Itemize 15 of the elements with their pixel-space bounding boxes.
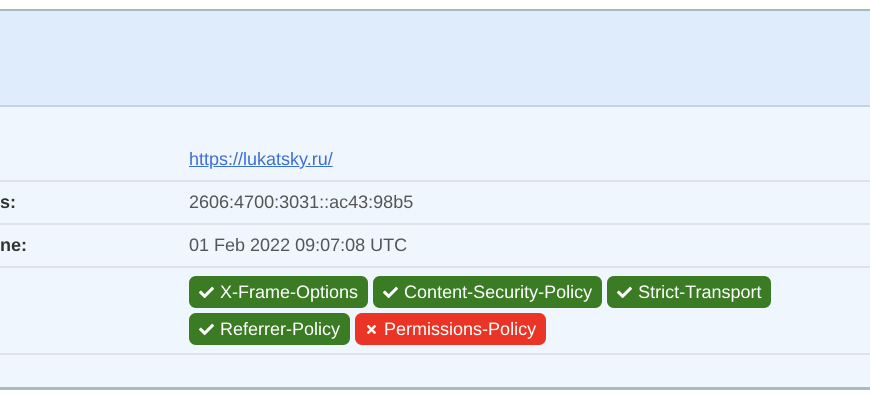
- row-label: ne:: [0, 235, 27, 255]
- row-value: 01 Feb 2022 09:07:08 UTC: [189, 235, 408, 255]
- header-badge: Permissions-Policy: [355, 313, 546, 345]
- row-value: 2606:4700:3031::ac43:98b5: [189, 192, 414, 212]
- check-icon: [199, 322, 214, 336]
- check-icon: [617, 284, 632, 300]
- check-icon: [383, 284, 398, 300]
- url-link[interactable]: https://lukatsky.ru/: [189, 149, 333, 169]
- header-badge: Strict-Transport: [607, 276, 772, 308]
- check-icon: [199, 284, 214, 300]
- header-badge: Content-Security-Policy: [373, 276, 602, 308]
- row-label: s:: [0, 192, 16, 212]
- header-badge: X-Frame-Options: [189, 276, 368, 308]
- cross-icon: [365, 322, 378, 336]
- header-badge: Referrer-Policy: [189, 313, 350, 345]
